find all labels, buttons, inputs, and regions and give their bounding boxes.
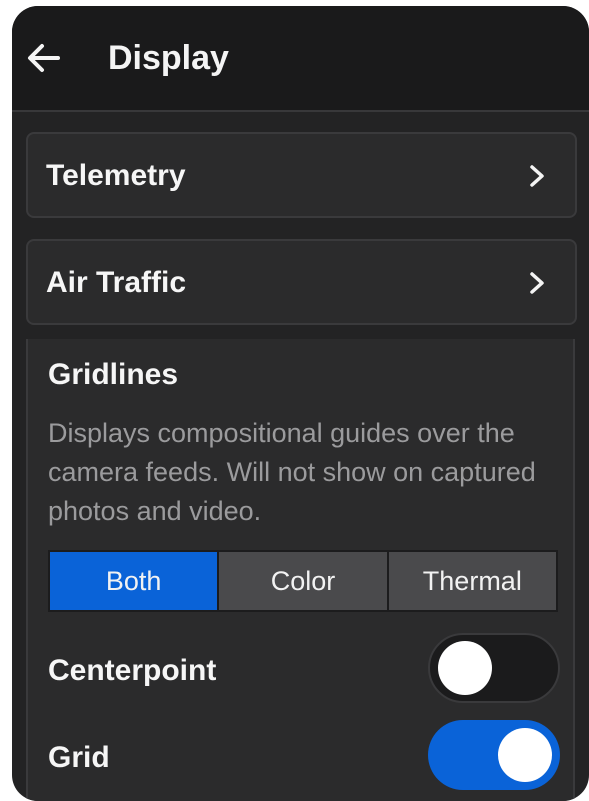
chevron-right-icon bbox=[530, 272, 544, 294]
back-button[interactable] bbox=[24, 38, 64, 78]
segment-thermal[interactable]: Thermal bbox=[388, 552, 556, 610]
centerpoint-toggle[interactable] bbox=[428, 633, 560, 703]
toggle-knob bbox=[438, 641, 492, 695]
gridlines-title: Gridlines bbox=[48, 358, 179, 391]
header-bar: Display bbox=[12, 6, 589, 112]
gridlines-segmented-control: Both Color Thermal bbox=[48, 550, 558, 612]
grid-label: Grid bbox=[48, 741, 110, 774]
gridlines-section: Gridlines Displays compositional guides … bbox=[26, 339, 575, 801]
arrow-left-icon bbox=[28, 44, 60, 72]
grid-toggle[interactable] bbox=[428, 720, 560, 790]
centerpoint-label: Centerpoint bbox=[48, 654, 217, 687]
air-traffic-row[interactable]: Air Traffic bbox=[26, 239, 577, 325]
telemetry-row[interactable]: Telemetry bbox=[26, 132, 577, 218]
display-settings-panel: Display Telemetry Air Traffic Gridlines … bbox=[12, 6, 589, 801]
toggle-knob bbox=[498, 728, 552, 782]
page-title: Display bbox=[108, 39, 229, 77]
telemetry-label: Telemetry bbox=[46, 159, 186, 192]
chevron-right-icon bbox=[530, 165, 544, 187]
air-traffic-label: Air Traffic bbox=[46, 266, 187, 299]
segment-color[interactable]: Color bbox=[219, 552, 387, 610]
gridlines-description: Displays compositional guides over the c… bbox=[48, 418, 536, 526]
segment-both[interactable]: Both bbox=[50, 552, 218, 610]
